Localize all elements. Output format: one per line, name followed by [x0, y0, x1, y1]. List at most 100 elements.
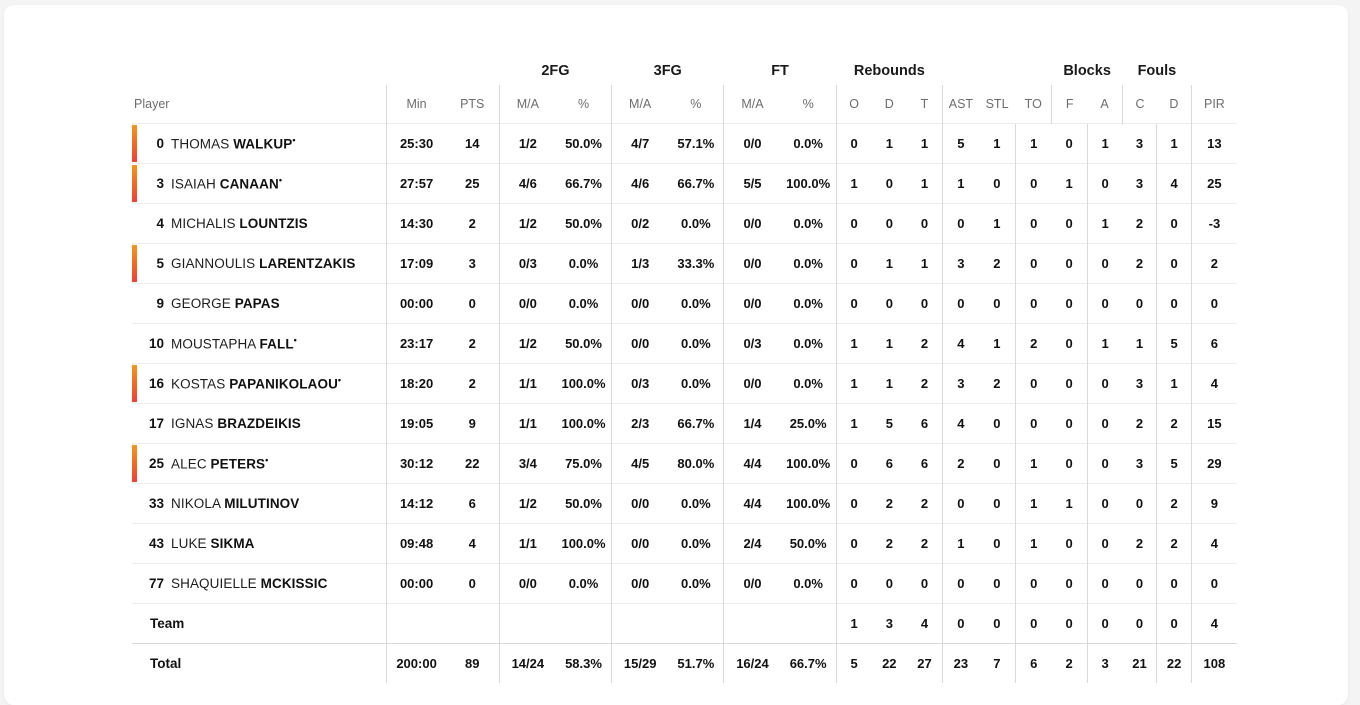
stat-pir: 2 — [1190, 242, 1237, 283]
table-row[interactable]: 9 GEORGE PAPAS 00:00 0 0/0 0.0% 0/0 0.0% 0/0 0.0%… — [132, 282, 1237, 323]
stat-ft-pct: 100.0% — [780, 482, 837, 523]
boxscore-table-wrapper: 2FG 3FG FT Rebounds Blocks Fouls Player … — [132, 45, 1237, 683]
stat-stl: 0 — [978, 562, 1016, 603]
column-header-fouls-d[interactable]: D — [1157, 85, 1191, 123]
stat-3fg-ma: 0/0 — [611, 282, 669, 323]
stat-reb-t: 1 — [907, 242, 943, 283]
column-header-player[interactable]: Player — [132, 85, 387, 123]
table-row[interactable]: 33 NIKOLA MILUTINOV 14:12 6 1/2 50.0% 0/0 0.0% 4… — [132, 482, 1237, 523]
column-header-3fg-pct[interactable]: % — [668, 85, 724, 123]
stat-stl: 2 — [978, 242, 1016, 283]
stat-2fg-pct: 100.0% — [555, 402, 612, 443]
table-row[interactable]: 4 MICHALIS LOUNTZIS 14:30 2 1/2 50.0% 0/2 0.0% 0… — [132, 202, 1237, 243]
stat-2fg-ma: 0/0 — [498, 562, 556, 603]
table-row[interactable]: 3 ISAIAH CANAAN• 27:57 25 4/6 66.7% 4/6 66.7% 5/… — [132, 162, 1237, 203]
stat-to: 1 — [1014, 442, 1052, 483]
player-last-name: PAPAS — [234, 295, 280, 311]
stat-ft-pct: 0.0% — [780, 122, 837, 163]
stat-pir: 13 — [1190, 122, 1237, 163]
table-row[interactable]: 0 THOMAS WALKUP• 25:30 14 1/2 50.0% 4/7 57.1% 0/… — [132, 122, 1237, 163]
stat-reb-d: 2 — [871, 482, 908, 523]
stat-foul-c: 2 — [1122, 522, 1157, 563]
column-header-reb-d[interactable]: D — [872, 85, 907, 123]
stat-3fg-ma: 1/3 — [611, 242, 669, 283]
stat-reb-t: 0 — [907, 202, 943, 243]
player-last-name: LARENTZAKIS — [259, 255, 356, 271]
column-header-stl[interactable]: STL — [979, 85, 1015, 123]
stat-3fg-ma: 0/0 — [611, 522, 669, 563]
stat-reb-d: 0 — [871, 162, 908, 203]
player-name-cell[interactable]: 16 KOSTAS PAPANIKOLAOU• — [132, 362, 387, 403]
stat-min: 19:05 — [386, 402, 446, 443]
stat-blk-f: 1 — [1051, 162, 1088, 203]
player-name-cell[interactable]: 4 MICHALIS LOUNTZIS — [132, 202, 387, 243]
column-header-pir[interactable]: PIR — [1190, 85, 1237, 123]
column-header-3fg-ma[interactable]: M/A — [611, 85, 669, 123]
table-row[interactable]: 17 IGNAS BRAZDEIKIS 19:05 9 1/1 100.0% 2/3 66.7… — [132, 402, 1237, 443]
stat-foul-d: 1 — [1156, 122, 1192, 163]
column-header-fouls-c[interactable]: C — [1122, 85, 1157, 123]
player-jersey-number: 16 — [148, 376, 164, 392]
table-row[interactable]: 10 MOUSTAPHA FALL• 23:17 2 1/2 50.0% 0/0 0.0% 0/… — [132, 322, 1237, 363]
team-blk-f: 0 — [1051, 602, 1088, 643]
player-name-cell[interactable]: 17 IGNAS BRAZDEIKIS — [132, 402, 387, 443]
stat-stl: 1 — [978, 202, 1016, 243]
column-header-blocks-f[interactable]: F — [1051, 85, 1088, 123]
stat-2fg-pct: 75.0% — [555, 442, 612, 483]
column-header-2fg-pct[interactable]: % — [556, 85, 612, 123]
player-name-cell[interactable]: 9 GEORGE PAPAS — [132, 282, 387, 323]
stat-ast: 0 — [941, 562, 979, 603]
stat-ast: 0 — [941, 482, 979, 523]
column-header-ft-pct[interactable]: % — [781, 85, 837, 123]
group-header-blank-minpts — [387, 45, 499, 85]
starter-asterisk-icon: • — [278, 174, 282, 185]
stat-2fg-pct: 0.0% — [555, 282, 612, 323]
player-name-cell[interactable]: 10 MOUSTAPHA FALL• — [132, 322, 387, 363]
column-header-ast[interactable]: AST — [941, 85, 979, 123]
player-first-name: MICHALIS — [171, 215, 240, 231]
table-row[interactable]: 25 ALEC PETERS• 30:12 22 3/4 75.0% 4/5 80.0% 4/4… — [132, 442, 1237, 483]
column-header-reb-o[interactable]: O — [835, 85, 872, 123]
player-name-cell[interactable]: 77 SHAQUIELLE MCKISSIC — [132, 562, 387, 603]
player-name-cell[interactable]: 0 THOMAS WALKUP• — [132, 122, 387, 163]
stat-to: 0 — [1014, 242, 1052, 283]
column-header-to[interactable]: TO — [1015, 85, 1051, 123]
table-row[interactable]: 43 LUKE SIKMA 09:48 4 1/1 100.0% 0/0 0.0% 2/4 50.… — [132, 522, 1237, 563]
stat-foul-d: 0 — [1156, 282, 1192, 323]
player-name-cell[interactable]: 3 ISAIAH CANAAN• — [132, 162, 387, 203]
table-row[interactable]: 16 KOSTAS PAPANIKOLAOU• 18:20 2 1/1 100.0% 0/3… — [132, 362, 1237, 403]
player-name-cell[interactable]: 43 LUKE SIKMA — [132, 522, 387, 563]
stat-blk-f: 0 — [1051, 282, 1088, 323]
column-header-row: Player Min PTS M/A % M/A % M/A % O D T A… — [132, 85, 1237, 123]
total-2fg-ma: 14/24 — [498, 642, 556, 683]
group-header-rebounds: Rebounds — [853, 63, 925, 79]
column-header-ft-ma[interactable]: M/A — [723, 85, 781, 123]
stat-min: 09:48 — [386, 522, 446, 563]
table-row[interactable]: 77 SHAQUIELLE MCKISSIC 00:00 0 0/0 0.0% 0/0 0.0… — [132, 562, 1237, 603]
player-name-cell[interactable]: 25 ALEC PETERS• — [132, 442, 387, 483]
stat-to: 1 — [1014, 482, 1052, 523]
column-header-blocks-a[interactable]: A — [1087, 85, 1122, 123]
stat-reb-d: 0 — [871, 282, 908, 323]
stat-stl: 1 — [978, 322, 1016, 363]
column-header-pts[interactable]: PTS — [446, 85, 500, 123]
column-header-reb-t[interactable]: T — [907, 85, 942, 123]
stat-stl: 0 — [978, 442, 1016, 483]
column-header-2fg-ma[interactable]: M/A — [498, 85, 556, 123]
stat-blk-a: 0 — [1086, 242, 1123, 283]
stat-ast: 4 — [941, 322, 979, 363]
column-header-min[interactable]: Min — [386, 85, 446, 123]
player-name-cell[interactable]: 5 GIANNOULIS LARENTZAKIS — [132, 242, 387, 283]
stat-min: 17:09 — [386, 242, 446, 283]
stat-pts: 3 — [445, 242, 500, 283]
group-header-ft: FT — [771, 63, 789, 79]
stat-3fg-ma: 0/0 — [611, 322, 669, 363]
player-name-cell[interactable]: 33 NIKOLA MILUTINOV — [132, 482, 387, 523]
total-ft-ma: 16/24 — [723, 642, 781, 683]
total-reb-t: 27 — [907, 642, 943, 683]
stat-to: 0 — [1014, 282, 1052, 323]
player-last-name: FALL — [259, 336, 294, 352]
stat-pts: 2 — [445, 362, 500, 403]
stat-foul-c: 3 — [1122, 442, 1157, 483]
table-row[interactable]: 5 GIANNOULIS LARENTZAKIS 17:09 3 0/3 0.0% 1/3 3… — [132, 242, 1237, 283]
